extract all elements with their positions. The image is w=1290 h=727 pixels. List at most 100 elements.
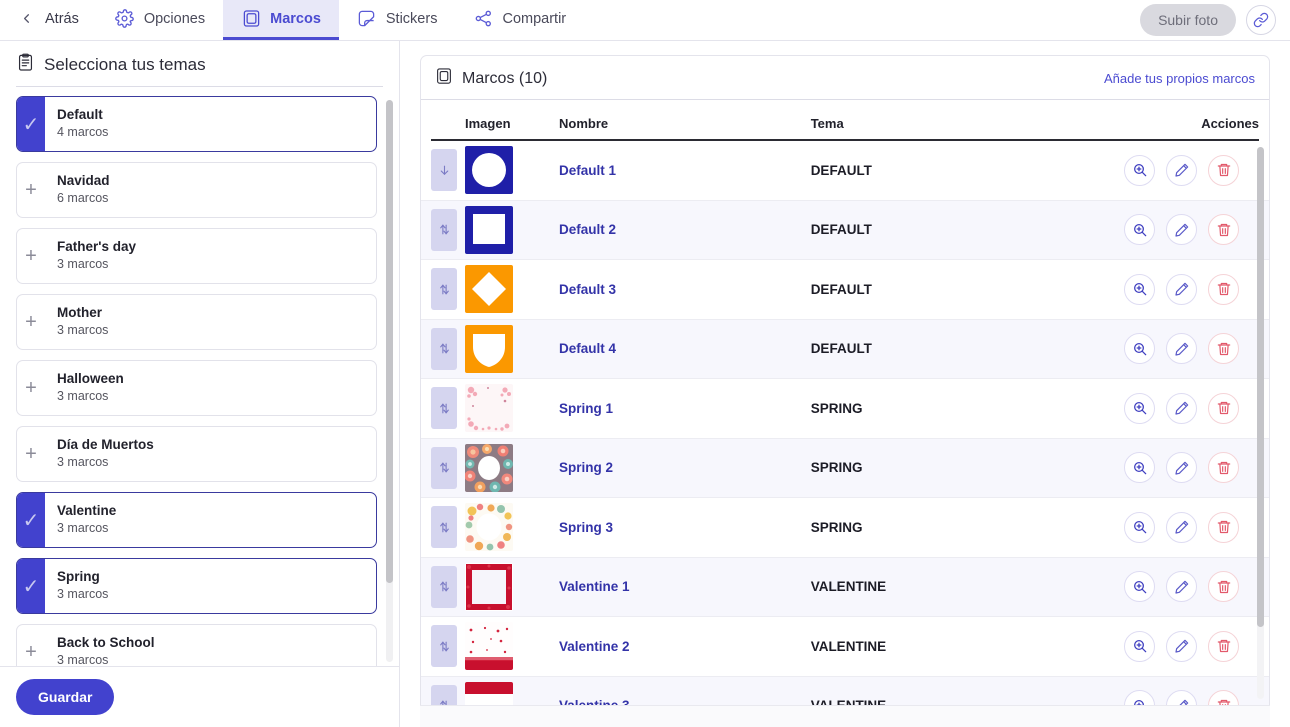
magnifier-plus-icon[interactable]: [1124, 392, 1155, 424]
arrow-up-down-icon[interactable]: [431, 327, 457, 370]
arrow-up-down-icon[interactable]: [431, 506, 457, 549]
theme-card[interactable]: ✓ Valentine 3 marcos: [16, 492, 377, 548]
magnifier-plus-icon[interactable]: [1124, 690, 1155, 705]
table-scrollbar-thumb[interactable]: [1257, 147, 1264, 628]
arrow-up-down-icon[interactable]: [431, 625, 457, 668]
row-actions: [1109, 630, 1259, 662]
theme-card[interactable]: ✓ Spring 3 marcos: [16, 558, 377, 614]
sidebar-scrollbar[interactable]: [386, 100, 393, 662]
pencil-icon[interactable]: [1166, 452, 1197, 484]
trash-icon[interactable]: [1208, 214, 1239, 246]
frame-name-link[interactable]: Spring 2: [551, 460, 811, 475]
frame-name-link[interactable]: Valentine 1: [551, 579, 811, 594]
table-row[interactable]: Valentine 2 VALENTINE: [421, 617, 1269, 677]
arrow-up-down-icon[interactable]: [431, 684, 457, 705]
arrow-up-down-icon[interactable]: [431, 446, 457, 489]
pencil-icon[interactable]: [1166, 630, 1197, 662]
upload-photo-button[interactable]: Subir foto: [1140, 4, 1236, 36]
table-row[interactable]: Spring 3 SPRING: [421, 498, 1269, 558]
theme-card[interactable]: + Mother 3 marcos: [16, 294, 377, 350]
theme-texts: Día de Muertos 3 marcos: [45, 427, 154, 481]
arrow-down-icon[interactable]: [431, 149, 457, 192]
pencil-icon[interactable]: [1166, 392, 1197, 424]
theme-name: Spring: [57, 569, 100, 585]
magnifier-plus-icon[interactable]: [1124, 571, 1155, 603]
magnifier-plus-icon[interactable]: [1124, 214, 1155, 246]
pencil-icon[interactable]: [1166, 571, 1197, 603]
pencil-icon[interactable]: [1166, 154, 1197, 186]
pencil-icon[interactable]: [1166, 690, 1197, 705]
frame-name-link[interactable]: Valentine 2: [551, 639, 811, 654]
sidebar-scrollbar-thumb[interactable]: [386, 100, 393, 584]
magnifier-plus-icon[interactable]: [1124, 154, 1155, 186]
trash-icon[interactable]: [1208, 511, 1239, 543]
magnifier-plus-icon[interactable]: [1124, 333, 1155, 365]
trash-icon[interactable]: [1208, 392, 1239, 424]
theme-card[interactable]: + Back to School 3 marcos: [16, 624, 377, 666]
theme-name: Back to School: [57, 635, 155, 651]
frame-theme: DEFAULT: [810, 281, 872, 297]
table-scrollbar[interactable]: [1257, 147, 1264, 699]
theme-card[interactable]: ✓ Default 4 marcos: [16, 96, 377, 152]
clipboard-icon: [16, 53, 35, 77]
frame-name-link[interactable]: Valentine 3: [551, 698, 811, 705]
trash-icon[interactable]: [1208, 333, 1239, 365]
magnifier-plus-icon[interactable]: [1124, 511, 1155, 543]
frame-name-link[interactable]: Default 3: [551, 282, 811, 297]
frame-name-link[interactable]: Default 4: [551, 341, 811, 356]
frame-name-link[interactable]: Spring 1: [551, 401, 811, 416]
table-row[interactable]: Valentine 3VALENTINE: [421, 676, 1269, 705]
theme-card[interactable]: + Father's day 3 marcos: [16, 228, 377, 284]
tab-back[interactable]: Atrás: [0, 0, 97, 40]
theme-name: Default: [57, 107, 103, 123]
trash-icon[interactable]: [1208, 452, 1239, 484]
row-actions: [1109, 154, 1259, 186]
table-row[interactable]: Default 2 DEFAULT: [421, 200, 1269, 260]
table-row[interactable]: Default 3 DEFAULT: [421, 260, 1269, 320]
frame-name-link[interactable]: Spring 3: [551, 520, 811, 535]
gear-icon: [115, 9, 135, 29]
themes-scroll-area[interactable]: ✓ Default 4 marcos + Navidad 6 marcos + Father'…: [0, 96, 399, 666]
frames-table-body[interactable]: Default 1 DEFAULT Default 2 DEFAULT Default …: [421, 141, 1269, 705]
magnifier-plus-icon[interactable]: [1124, 452, 1155, 484]
add-own-frames-link[interactable]: Añade tus propios marcos: [1104, 71, 1255, 86]
trash-icon[interactable]: [1208, 630, 1239, 662]
theme-texts: Halloween 3 marcos: [45, 361, 124, 415]
arrow-up-down-icon[interactable]: [431, 208, 457, 251]
save-button[interactable]: Guardar: [16, 679, 115, 715]
table-row[interactable]: Spring 1 SPRING: [421, 379, 1269, 439]
theme-card[interactable]: + Navidad 6 marcos: [16, 162, 377, 218]
magnifier-plus-icon[interactable]: [1124, 273, 1155, 305]
trash-icon[interactable]: [1208, 690, 1239, 705]
tab-opciones[interactable]: Opciones: [97, 0, 223, 40]
tab-compartir[interactable]: Compartir: [455, 0, 584, 40]
magnifier-plus-icon[interactable]: [1124, 630, 1155, 662]
row-actions: [1109, 452, 1259, 484]
tab-stickers[interactable]: Stickers: [339, 0, 456, 40]
frame-thumbnail: [465, 146, 551, 195]
arrow-up-down-icon[interactable]: [431, 268, 457, 311]
trash-icon[interactable]: [1208, 154, 1239, 186]
table-row[interactable]: Spring 2 SPRING: [421, 438, 1269, 498]
tab-marcos[interactable]: Marcos: [223, 0, 339, 40]
pencil-icon[interactable]: [1166, 273, 1197, 305]
pencil-icon[interactable]: [1166, 214, 1197, 246]
table-row[interactable]: Valentine 1 VALENTINE: [421, 557, 1269, 617]
pencil-icon[interactable]: [1166, 333, 1197, 365]
trash-icon[interactable]: [1208, 571, 1239, 603]
table-row[interactable]: Default 4 DEFAULT: [421, 319, 1269, 379]
theme-card[interactable]: + Día de Muertos 3 marcos: [16, 426, 377, 482]
arrow-up-down-icon[interactable]: [431, 565, 457, 608]
link-icon[interactable]: [1246, 5, 1276, 35]
trash-icon[interactable]: [1208, 273, 1239, 305]
theme-card[interactable]: + Halloween 3 marcos: [16, 360, 377, 416]
table-row[interactable]: Default 1 DEFAULT: [421, 141, 1269, 201]
arrow-up-down-icon[interactable]: [431, 387, 457, 430]
frame-name-link[interactable]: Default 1: [551, 163, 811, 178]
frame-name-link[interactable]: Default 2: [551, 222, 811, 237]
column-header-theme: Tema: [810, 116, 844, 131]
frame-theme: DEFAULT: [810, 162, 872, 178]
pencil-icon[interactable]: [1166, 511, 1197, 543]
bottom-strip: [420, 705, 1270, 727]
tab-back-label: Atrás: [45, 10, 79, 27]
